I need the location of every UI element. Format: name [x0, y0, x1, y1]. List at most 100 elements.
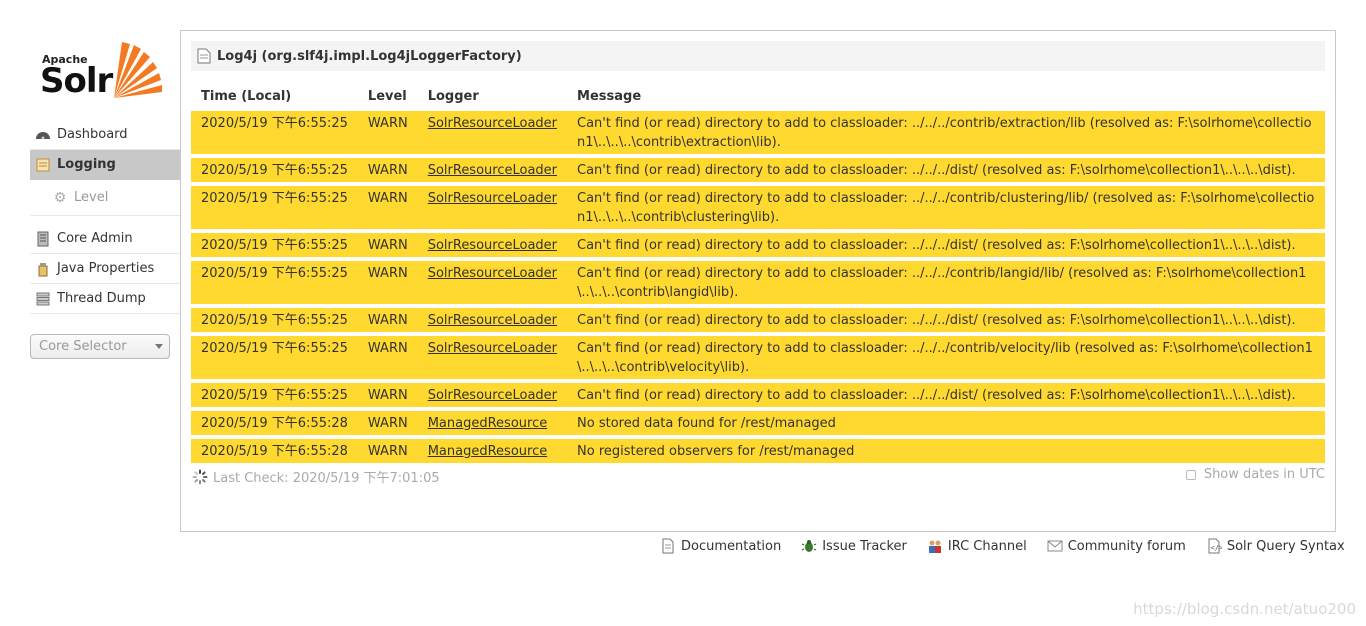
solr-logo[interactable]: Apache Solr [40, 38, 165, 104]
logger-link[interactable]: SolrResourceLoader [428, 163, 557, 178]
footer-link-documentation[interactable]: Documentation [660, 536, 781, 556]
chevron-down-icon [155, 344, 163, 349]
logger-link[interactable]: SolrResourceLoader [428, 238, 557, 253]
log-time-cell: 2020/5/19 下午6:55:28 [191, 411, 358, 435]
log-level-cell: WARN [357, 158, 418, 182]
log-logger-cell[interactable]: SolrResourceLoader [417, 233, 568, 257]
gear-icon: ⚙ [53, 189, 67, 206]
log-time-cell: 2020/5/19 下午6:55:25 [191, 383, 358, 407]
show-dates-utc-toggle[interactable]: Show dates in UTC [1185, 467, 1325, 482]
sidebar-item-core-admin[interactable]: Core Admin [30, 224, 180, 254]
log-logger-cell[interactable]: SolrResourceLoader [417, 383, 568, 407]
log-level-cell: WARN [357, 336, 418, 379]
footer-link-label: Issue Tracker [822, 538, 907, 554]
log-logger-cell[interactable]: SolrResourceLoader [417, 186, 568, 229]
footer-link-irc-channel[interactable]: IRC Channel [927, 536, 1027, 556]
table-row: 2020/5/19 下午6:55:28 WARN ManagedResource No… [191, 411, 1325, 435]
logger-link[interactable]: SolrResourceLoader [428, 313, 557, 328]
footer-link-issue-tracker[interactable]: Issue Tracker [801, 536, 907, 556]
sidebar-menu: Dashboard Logging ⚙ Level Core Admin Jav… [30, 120, 180, 314]
log-level-cell: WARN [357, 233, 418, 257]
document-icon [662, 538, 674, 554]
logging-icon [36, 158, 50, 171]
log-level-cell: WARN [357, 411, 418, 435]
log-table-body: 2020/5/19 下午6:55:25 WARN SolrResourceLoade… [191, 111, 1325, 463]
log-level-cell: WARN [357, 383, 418, 407]
log-level-cell: WARN [357, 111, 418, 154]
log-message-cell: Can't find (or read) directory to add to… [567, 383, 1325, 407]
log-logger-cell[interactable]: SolrResourceLoader [417, 308, 568, 332]
table-row: 2020/5/19 下午6:55:25 WARN SolrResourceLoade… [191, 261, 1325, 304]
last-check-status: Last Check: 2020/5/19 下午7:01:05 [192, 467, 440, 486]
log-message-cell: Can't find (or read) directory to add to… [567, 308, 1325, 332]
last-check-text: Last Check: 2020/5/19 下午7:01:05 [213, 471, 440, 486]
log-logger-cell[interactable]: SolrResourceLoader [417, 261, 568, 304]
core-admin-icon [37, 231, 49, 246]
log-message-cell: Can't find (or read) directory to add to… [567, 186, 1325, 229]
log-message-cell: No registered observers for /rest/manage… [567, 439, 1325, 463]
column-header-level: Level [367, 88, 407, 104]
loading-spinner-icon [192, 469, 208, 484]
table-row: 2020/5/19 下午6:55:25 WARN SolrResourceLoade… [191, 383, 1325, 407]
footer-link-label: Community forum [1067, 538, 1186, 554]
bug-icon [801, 540, 817, 552]
log-message-cell: Can't find (or read) directory to add to… [567, 336, 1325, 379]
sidebar-item-label: Logging [57, 157, 116, 172]
logger-link[interactable]: SolrResourceLoader [428, 341, 557, 356]
log-time-cell: 2020/5/19 下午6:55:25 [191, 336, 358, 379]
sidebar-item-label: Core Admin [57, 231, 133, 246]
table-row: 2020/5/19 下午6:55:25 WARN SolrResourceLoade… [191, 111, 1325, 154]
log-logger-cell[interactable]: ManagedResource [417, 439, 568, 463]
sidebar-item-level[interactable]: ⚙ Level [30, 180, 180, 216]
logo-solr-text: Solr [40, 61, 113, 101]
sidebar-item-logging[interactable]: Logging [30, 150, 180, 180]
footer-link-label: Solr Query Syntax [1226, 538, 1345, 554]
log-time-cell: 2020/5/19 下午6:55:25 [191, 186, 358, 229]
sidebar-item-label: Java Properties [57, 261, 155, 276]
solr-sunburst-icon [114, 42, 162, 98]
log-logger-cell[interactable]: ManagedResource [417, 411, 568, 435]
log-level-cell: WARN [357, 308, 418, 332]
java-icon [38, 262, 48, 276]
logging-panel: Log4j (org.slf4j.impl.Log4jLoggerFactory… [180, 30, 1336, 532]
core-selector-dropdown[interactable]: Core Selector [30, 334, 170, 359]
panel-header: Log4j (org.slf4j.impl.Log4jLoggerFactory… [191, 41, 1325, 71]
log-message-cell: Can't find (or read) directory to add to… [567, 111, 1325, 154]
query-syntax-icon: </> [1208, 538, 1222, 554]
column-header-message: Message [577, 88, 642, 104]
log-message-cell: Can't find (or read) directory to add to… [567, 158, 1325, 182]
utc-label: Show dates in UTC [1203, 467, 1325, 482]
logger-link[interactable]: ManagedResource [428, 444, 548, 459]
log-message-cell: Can't find (or read) directory to add to… [567, 261, 1325, 304]
logger-link[interactable]: SolrResourceLoader [428, 116, 557, 131]
log-logger-cell[interactable]: SolrResourceLoader [417, 158, 568, 182]
log-time-cell: 2020/5/19 下午6:55:25 [191, 233, 358, 257]
dashboard-icon [36, 131, 50, 139]
log-level-cell: WARN [357, 261, 418, 304]
utc-checkbox[interactable] [1185, 469, 1196, 480]
footer-link-community-forum[interactable]: Community forum [1047, 536, 1186, 556]
log-message-cell: No stored data found for /rest/managed [567, 411, 1325, 435]
footer-link-solr-query-syntax[interactable]: </> Solr Query Syntax [1206, 536, 1345, 556]
log-message-cell: Can't find (or read) directory to add to… [567, 233, 1325, 257]
sidebar-item-dashboard[interactable]: Dashboard [30, 120, 180, 150]
column-header-logger: Logger [427, 88, 479, 104]
logger-link[interactable]: SolrResourceLoader [428, 266, 557, 281]
logger-link[interactable]: SolrResourceLoader [428, 388, 557, 403]
mail-icon [1047, 540, 1063, 552]
sidebar-item-java-properties[interactable]: Java Properties [30, 254, 180, 284]
logger-link[interactable]: SolrResourceLoader [428, 191, 557, 206]
core-selector-placeholder: Core Selector [39, 339, 127, 354]
footer-links: Documentation Issue Tracker IRC Channel … [660, 536, 1365, 556]
logger-link[interactable]: ManagedResource [428, 416, 548, 431]
footer-link-label: IRC Channel [947, 538, 1027, 554]
log-time-cell: 2020/5/19 下午6:55:25 [191, 308, 358, 332]
table-row: 2020/5/19 下午6:55:25 WARN SolrResourceLoade… [191, 308, 1325, 332]
log-logger-cell[interactable]: SolrResourceLoader [417, 336, 568, 379]
document-icon [197, 48, 211, 64]
thread-dump-icon [36, 292, 50, 305]
sidebar-item-thread-dump[interactable]: Thread Dump [30, 284, 180, 314]
log-logger-cell[interactable]: SolrResourceLoader [417, 111, 568, 154]
table-row: 2020/5/19 下午6:55:25 WARN SolrResourceLoade… [191, 336, 1325, 379]
table-row: 2020/5/19 下午6:55:25 WARN SolrResourceLoade… [191, 233, 1325, 257]
